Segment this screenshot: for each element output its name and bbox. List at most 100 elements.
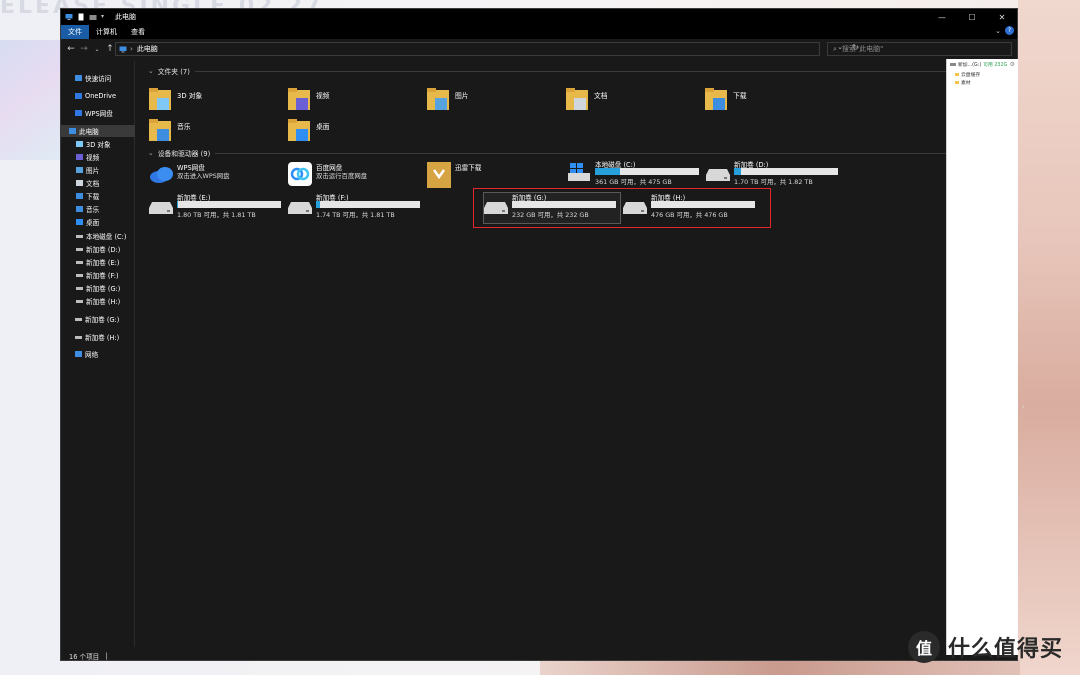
- watermark-logo: 值: [908, 631, 940, 663]
- minimize-button[interactable]: —: [927, 9, 957, 25]
- wps-cloud-icon: [150, 167, 173, 183]
- sidebar-item[interactable]: 新加卷 (D:): [61, 243, 120, 255]
- sidebar-item[interactable]: WPS网盘: [61, 107, 113, 119]
- mini-window-title: 新加...(G:): [958, 63, 982, 68]
- windows-drive-icon: [568, 163, 590, 181]
- folders-group-header[interactable]: ⌄ 文件夹 (7): [148, 66, 1008, 76]
- document-icon[interactable]: [77, 13, 85, 21]
- sidebar-item[interactable]: 此电脑: [61, 125, 135, 137]
- sidebar-item[interactable]: 音乐: [61, 203, 99, 215]
- sidebar-item[interactable]: 新加卷 (G:): [61, 313, 119, 325]
- picture-icon: [76, 167, 83, 173]
- chevron-down-icon: ⌄: [148, 67, 154, 75]
- star-icon: [75, 75, 82, 81]
- pane-collapse-icon[interactable]: ›: [1022, 403, 1025, 411]
- wps-cloud-item[interactable]: WPS网盘 双击进入WPS网盘: [149, 162, 284, 194]
- sidebar-item[interactable]: 文档: [61, 177, 99, 189]
- folder-item[interactable]: 3D 对象: [149, 87, 202, 113]
- back-arrow-icon[interactable]: ←: [65, 42, 77, 56]
- status-separator: |: [105, 651, 108, 660]
- maximize-button[interactable]: ☐: [957, 9, 987, 25]
- folder-label: 音乐: [177, 123, 191, 131]
- sidebar-item[interactable]: 新加卷 (G:): [61, 282, 120, 294]
- devices-group-header[interactable]: ⌄ 设备和驱动器 (9): [148, 148, 1008, 158]
- sidebar-item[interactable]: 快速访问: [61, 72, 111, 84]
- hard-drive-icon: [149, 202, 173, 214]
- list-item[interactable]: 云盘缓存: [955, 71, 980, 78]
- close-button[interactable]: ✕: [987, 9, 1017, 25]
- folder-icon: [955, 81, 959, 84]
- sidebar-item[interactable]: 本地磁盘 (C:): [61, 230, 126, 242]
- tab-view[interactable]: 查看: [124, 25, 152, 39]
- sidebar-item[interactable]: 图片: [61, 164, 99, 176]
- folder-label: 下载: [733, 92, 747, 100]
- sidebar-item-label: 新加卷 (E:): [86, 259, 120, 267]
- sidebar-item[interactable]: 下载: [61, 190, 99, 202]
- expand-ribbon-icon[interactable]: ⌄: [995, 27, 1001, 35]
- folder-item[interactable]: 文档: [566, 87, 608, 113]
- navigation-pane: 快速访问 OneDrive WPS网盘此电脑 3D 对象视频图片文档 下载音乐桌面本地磁…: [61, 61, 135, 647]
- sidebar-item[interactable]: 网络: [61, 348, 98, 360]
- computer-icon: [69, 128, 76, 134]
- navigation-bar: ← → ⌄ ↑ › 此电脑 ⌄ ↻ ⌕: [61, 39, 1017, 59]
- folder-icon: [955, 73, 959, 76]
- sidebar-item[interactable]: OneDrive: [61, 90, 116, 102]
- breadcrumb[interactable]: 此电脑: [137, 44, 158, 54]
- drive-capacity-text: 1.70 TB 可用，共 1.82 TB: [734, 178, 813, 186]
- tab-file[interactable]: 文件: [61, 25, 89, 39]
- sidebar-item[interactable]: 新加卷 (F:): [61, 269, 119, 281]
- sidebar-item[interactable]: 桌面: [61, 216, 99, 228]
- address-bar[interactable]: › 此电脑 ⌄ ↻: [115, 42, 859, 56]
- thunder-folder-icon: [427, 162, 451, 188]
- mini-window-header[interactable]: 新加...(G:) 可用 232G: [950, 61, 1007, 68]
- help-icon[interactable]: ?: [1005, 26, 1014, 35]
- gear-icon[interactable]: ⚙: [1010, 61, 1015, 68]
- watermark-text: 什么值得买: [948, 637, 1064, 662]
- desktop-icon: [76, 219, 83, 225]
- sidebar-item-label: 此电脑: [79, 128, 99, 136]
- hard-drive-icon: [288, 202, 312, 214]
- folders-group-title: 文件夹 (7): [157, 68, 190, 76]
- drive-capacity-text: 361 GB 可用，共 475 GB: [595, 178, 672, 186]
- folder-item[interactable]: 音乐: [149, 118, 191, 144]
- folder-item[interactable]: 图片: [427, 87, 469, 113]
- search-box[interactable]: ⌕: [827, 42, 1012, 56]
- sidebar-item[interactable]: 新加卷 (E:): [61, 256, 119, 268]
- capacity-bar: [177, 201, 281, 208]
- sidebar-item-label: 新加卷 (D:): [86, 246, 121, 254]
- sidebar-item-label: 图片: [86, 167, 100, 175]
- drive-item[interactable]: 新加卷 (F:) 1.74 TB 可用，共 1.81 TB: [288, 192, 423, 224]
- baidu-netdisk-item[interactable]: 百度网盘 双击运行百度网盘: [288, 162, 423, 194]
- drive-item[interactable]: 本地磁盘 (C:) 361 GB 可用，共 475 GB: [567, 159, 702, 191]
- capacity-fill: [595, 168, 620, 175]
- forward-arrow-icon[interactable]: →: [78, 42, 90, 56]
- capacity-bar: [316, 201, 420, 208]
- list-item[interactable]: 素材: [955, 79, 971, 86]
- sidebar-item[interactable]: 视频: [61, 151, 99, 163]
- baidu-netdisk-icon: [288, 162, 312, 186]
- drive-item[interactable]: 新加卷 (E:) 1.80 TB 可用，共 1.81 TB: [149, 192, 284, 224]
- folder-item[interactable]: 下载: [705, 87, 747, 113]
- search-input[interactable]: [841, 45, 992, 53]
- folder-icon[interactable]: [89, 13, 97, 21]
- sidebar-item-label: 新加卷 (G:): [85, 316, 120, 324]
- devices-group-title: 设备和驱动器 (9): [157, 150, 211, 158]
- quick-access-dropdown-icon[interactable]: ▾: [101, 13, 107, 21]
- sidebar-item[interactable]: 新加卷 (H:): [61, 295, 120, 307]
- tab-computer[interactable]: 计算机: [89, 25, 124, 39]
- drive-icon: [76, 260, 83, 264]
- title-bar[interactable]: ▾ 此电脑 — ☐ ✕: [61, 9, 1017, 25]
- sidebar-item[interactable]: 新加卷 (H:): [61, 331, 119, 343]
- folder-item[interactable]: 桌面: [288, 118, 330, 144]
- drive-icon: [75, 317, 82, 321]
- recent-dropdown-icon[interactable]: ⌄: [91, 42, 103, 56]
- sidebar-item-label: 视频: [86, 154, 100, 162]
- sidebar-item-label: 音乐: [86, 206, 100, 214]
- folder-label: 视频: [316, 92, 330, 100]
- folder-item[interactable]: 视频: [288, 87, 330, 113]
- sidebar-item[interactable]: 3D 对象: [61, 138, 111, 150]
- divider: [194, 70, 1008, 72]
- capacity-fill: [734, 168, 741, 175]
- video-icon: [76, 154, 83, 160]
- drive-item[interactable]: 新加卷 (D:) 1.70 TB 可用，共 1.82 TB: [706, 159, 841, 191]
